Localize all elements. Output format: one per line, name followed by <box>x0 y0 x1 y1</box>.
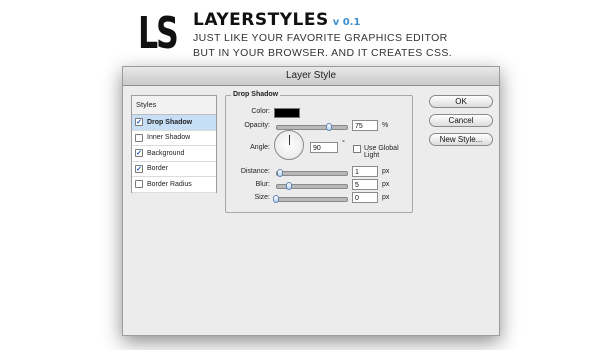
style-item[interactable]: Inner Shadow <box>132 131 216 146</box>
style-item-label: Background <box>147 149 185 157</box>
style-checkbox[interactable]: ✓ <box>135 149 143 158</box>
style-item[interactable]: ✓ Drop Shadow <box>132 115 216 131</box>
blur-input[interactable]: 5 <box>352 179 378 190</box>
size-unit: px <box>382 194 390 201</box>
distance-slider-knob[interactable] <box>276 169 283 177</box>
color-swatch[interactable] <box>274 108 300 118</box>
ok-button[interactable]: OK <box>429 95 493 108</box>
styles-list: Styles ✓ Drop Shadow Inner Shadow ✓ Backgrou… <box>131 95 217 193</box>
angle-dial-needle <box>289 135 290 145</box>
style-checkbox[interactable]: ✓ <box>135 164 143 173</box>
distance-label: Distance: <box>240 168 270 175</box>
opacity-input[interactable]: 75 <box>352 120 378 131</box>
app-version: v 0.1 <box>332 17 361 28</box>
blur-slider[interactable] <box>276 182 348 190</box>
size-slider[interactable] <box>273 195 348 203</box>
angle-label: Angle: <box>250 144 270 151</box>
use-global-light-checkbox[interactable] <box>353 145 361 153</box>
style-item-label: Drop Shadow <box>147 118 193 126</box>
panel-title: Drop Shadow <box>231 91 281 98</box>
color-label: Color: <box>251 108 270 115</box>
tagline-line-2: BUT IN YOUR BROWSER. AND IT CREATES CSS. <box>193 47 453 59</box>
style-item[interactable]: ✓ Background <box>132 146 216 162</box>
opacity-label: Opacity: <box>244 122 270 129</box>
tagline-line-1: JUST LIKE YOUR FAVORITE GRAPHICS EDITOR <box>193 32 448 44</box>
style-checkbox[interactable]: ✓ <box>135 118 143 127</box>
brand-block: LAYERSTYLES v 0.1 JUST LIKE YOUR FAVORITE… <box>193 10 452 60</box>
app-logo: LS <box>138 8 179 59</box>
style-item-label: Inner Shadow <box>147 134 191 141</box>
distance-input[interactable]: 1 <box>352 166 378 177</box>
drop-shadow-panel: Drop Shadow Color: Opacity: 75 % Angle: … <box>225 91 413 213</box>
style-checkbox[interactable] <box>135 133 143 142</box>
distance-unit: px <box>382 168 390 175</box>
blur-label: Blur: <box>255 181 270 188</box>
dialog-titlebar[interactable]: Layer Style <box>123 67 499 86</box>
new-style-button[interactable]: New Style... <box>429 133 493 146</box>
size-input[interactable]: 0 <box>352 192 378 203</box>
style-item-label: Border <box>147 165 169 172</box>
layer-style-dialog: Layer Style Styles ✓ Drop Shadow Inner Sha… <box>122 66 500 336</box>
opacity-unit: % <box>382 122 389 129</box>
size-label: Size: <box>254 194 270 201</box>
style-checkbox[interactable] <box>135 180 143 189</box>
style-item[interactable]: ✓ Border <box>132 162 216 177</box>
style-item[interactable]: Border Radius <box>132 177 216 193</box>
size-slider-knob[interactable] <box>273 195 279 203</box>
angle-unit: ° <box>342 140 345 147</box>
styles-list-header[interactable]: Styles <box>132 96 216 115</box>
blur-slider-knob[interactable] <box>285 182 292 190</box>
angle-dial[interactable] <box>274 130 304 160</box>
use-global-light-label: Use Global Light <box>364 145 399 159</box>
angle-input[interactable]: 90 <box>310 142 338 153</box>
cancel-button[interactable]: Cancel <box>429 114 493 127</box>
blur-unit: px <box>382 181 390 188</box>
style-item-label: Border Radius <box>147 180 192 188</box>
app-title: LAYERSTYLES <box>193 10 329 30</box>
distance-slider[interactable] <box>276 169 348 177</box>
opacity-slider-knob[interactable] <box>325 123 332 131</box>
